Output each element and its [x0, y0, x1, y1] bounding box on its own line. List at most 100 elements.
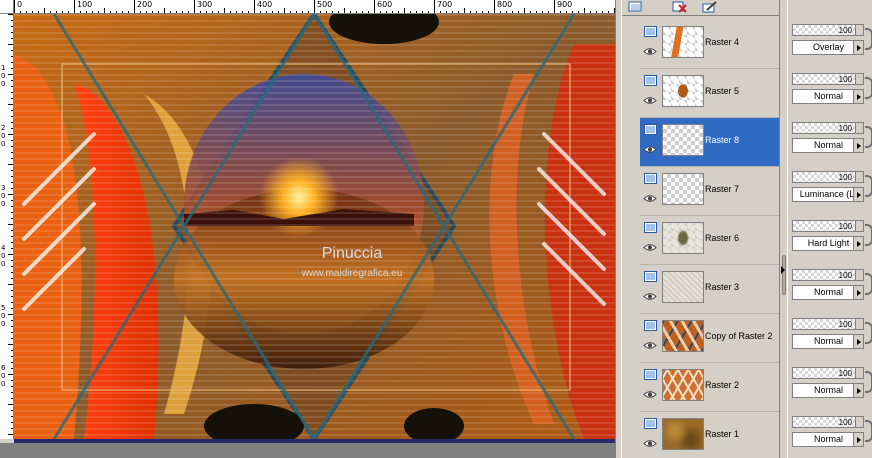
- ruler-h-label: 400: [257, 0, 273, 9]
- blend-mode-arrow-icon[interactable]: [853, 335, 863, 348]
- horizontal-scrollbar[interactable]: [0, 443, 621, 458]
- new-layer-button[interactable]: [626, 0, 646, 14]
- ruler-h-minor-tick: [314, 8, 315, 13]
- palette-splitter[interactable]: [779, 0, 788, 458]
- layer-row[interactable]: Raster 1: [640, 412, 779, 458]
- layer-row[interactable]: Raster 8: [640, 118, 779, 167]
- eye-visibility-icon[interactable]: [643, 390, 657, 399]
- opacity-slider[interactable]: 100: [792, 220, 856, 232]
- layer-row[interactable]: Raster 6: [640, 216, 779, 265]
- ruler-h-minor-tick: [56, 11, 57, 13]
- ruler-h-label: 200: [137, 0, 153, 9]
- opacity-value: 100: [838, 320, 852, 329]
- ruler-h-minor-tick: [224, 8, 225, 13]
- ruler-v-minor-tick: [11, 290, 13, 291]
- ruler-h-minor-tick: [494, 8, 495, 13]
- blend-mode-arrow-icon[interactable]: [853, 237, 863, 250]
- link-icon[interactable]: [865, 175, 872, 197]
- ruler-v-minor-tick: [11, 188, 13, 189]
- eye-visibility-icon[interactable]: [643, 341, 657, 350]
- opacity-spin-button[interactable]: [856, 220, 864, 232]
- blend-mode-arrow-icon[interactable]: [853, 433, 863, 446]
- layer-row[interactable]: Raster 5: [640, 69, 779, 118]
- blend-mode-arrow-icon[interactable]: [853, 384, 863, 397]
- opacity-slider[interactable]: 100: [792, 171, 856, 183]
- image-canvas[interactable]: Pinuccia www.maidiregrafica.eu: [14, 14, 615, 439]
- eye-visibility-icon[interactable]: [643, 96, 657, 105]
- ruler-v-minor-tick: [11, 428, 13, 429]
- link-icon[interactable]: [865, 126, 872, 148]
- ruler-h-minor-tick: [188, 11, 189, 13]
- blend-mode-arrow-icon[interactable]: [853, 188, 863, 201]
- eye-visibility-icon[interactable]: [643, 292, 657, 301]
- blend-mode-arrow-icon[interactable]: [853, 90, 863, 103]
- opacity-slider[interactable]: 100: [792, 73, 856, 85]
- layer-row[interactable]: Raster 4: [640, 20, 779, 69]
- link-icon[interactable]: [865, 371, 872, 393]
- opacity-spin-button[interactable]: [856, 122, 864, 134]
- expand-arrow-icon[interactable]: [781, 266, 785, 274]
- blend-mode-arrow-icon[interactable]: [853, 286, 863, 299]
- ruler-h-minor-tick: [278, 11, 279, 13]
- opacity-spin-button[interactable]: [856, 171, 864, 183]
- link-icon[interactable]: [865, 322, 872, 344]
- opacity-slider[interactable]: 100: [792, 122, 856, 134]
- link-icon[interactable]: [865, 77, 872, 99]
- layer-properties-group: 100 Normal: [792, 363, 872, 412]
- eye-visibility-icon[interactable]: [643, 243, 657, 252]
- opacity-spin-button[interactable]: [856, 318, 864, 330]
- splitter-handle[interactable]: [782, 255, 786, 295]
- ruler-h-minor-tick: [200, 11, 201, 13]
- ruler-h-minor-tick: [608, 11, 609, 13]
- opacity-slider[interactable]: 100: [792, 269, 856, 281]
- layer-row[interactable]: Copy of Raster 2: [640, 314, 779, 363]
- opacity-slider[interactable]: 100: [792, 416, 856, 428]
- eye-visibility-icon[interactable]: [643, 145, 657, 154]
- layer-row[interactable]: Raster 3: [640, 265, 779, 314]
- link-icon[interactable]: [865, 420, 872, 442]
- eye-visibility-icon[interactable]: [643, 47, 657, 56]
- ruler-h-minor-tick: [86, 11, 87, 13]
- layer-row[interactable]: Raster 2: [640, 363, 779, 412]
- ruler-v-minor-tick: [11, 236, 13, 237]
- ruler-h-minor-tick: [134, 8, 135, 13]
- opacity-spin-button[interactable]: [856, 269, 864, 281]
- layer-name: Copy of Raster 2: [705, 331, 773, 341]
- link-icon[interactable]: [865, 28, 872, 50]
- ruler-v-minor-tick: [11, 50, 13, 51]
- blend-mode-arrow-icon[interactable]: [853, 139, 863, 152]
- ruler-h-minor-tick: [152, 11, 153, 13]
- opacity-spin-button[interactable]: [856, 73, 864, 85]
- ruler-v-minor-tick: [11, 266, 13, 267]
- opacity-slider[interactable]: 100: [792, 24, 856, 36]
- blend-mode-arrow-icon[interactable]: [853, 41, 863, 54]
- opacity-spin-button[interactable]: [856, 24, 864, 36]
- ruler-v-minor-tick: [11, 116, 13, 117]
- link-icon[interactable]: [865, 273, 872, 295]
- ruler-v-minor-tick: [8, 254, 13, 255]
- layer-thumbnail: [662, 369, 704, 401]
- layer-thumbnail: [662, 418, 704, 450]
- opacity-value: 100: [838, 173, 852, 182]
- layer-row[interactable]: Raster 7: [640, 167, 779, 216]
- blend-mode-value: Normal: [813, 434, 843, 444]
- layer-properties-button[interactable]: [700, 0, 720, 14]
- opacity-slider[interactable]: 100: [792, 318, 856, 330]
- ruler-v-minor-tick: [8, 404, 13, 405]
- layer-name: Raster 4: [705, 37, 740, 47]
- eye-visibility-icon[interactable]: [643, 194, 657, 203]
- raster-layer-icon: [644, 271, 657, 282]
- opacity-spin-button[interactable]: [856, 367, 864, 379]
- opacity-slider[interactable]: 100: [792, 367, 856, 379]
- eye-visibility-icon[interactable]: [643, 439, 657, 448]
- ruler-h-minor-tick: [128, 11, 129, 13]
- link-icon[interactable]: [865, 224, 872, 246]
- opacity-spin-button[interactable]: [856, 416, 864, 428]
- ruler-v-minor-tick: [8, 164, 13, 165]
- ruler-h-minor-tick: [596, 11, 597, 13]
- delete-layer-button[interactable]: [670, 0, 690, 14]
- ruler-h-minor-tick: [518, 11, 519, 13]
- raster-layer-icon: [644, 320, 657, 331]
- ruler-h-minor-tick: [356, 11, 357, 13]
- ruler-h-minor-tick: [332, 11, 333, 13]
